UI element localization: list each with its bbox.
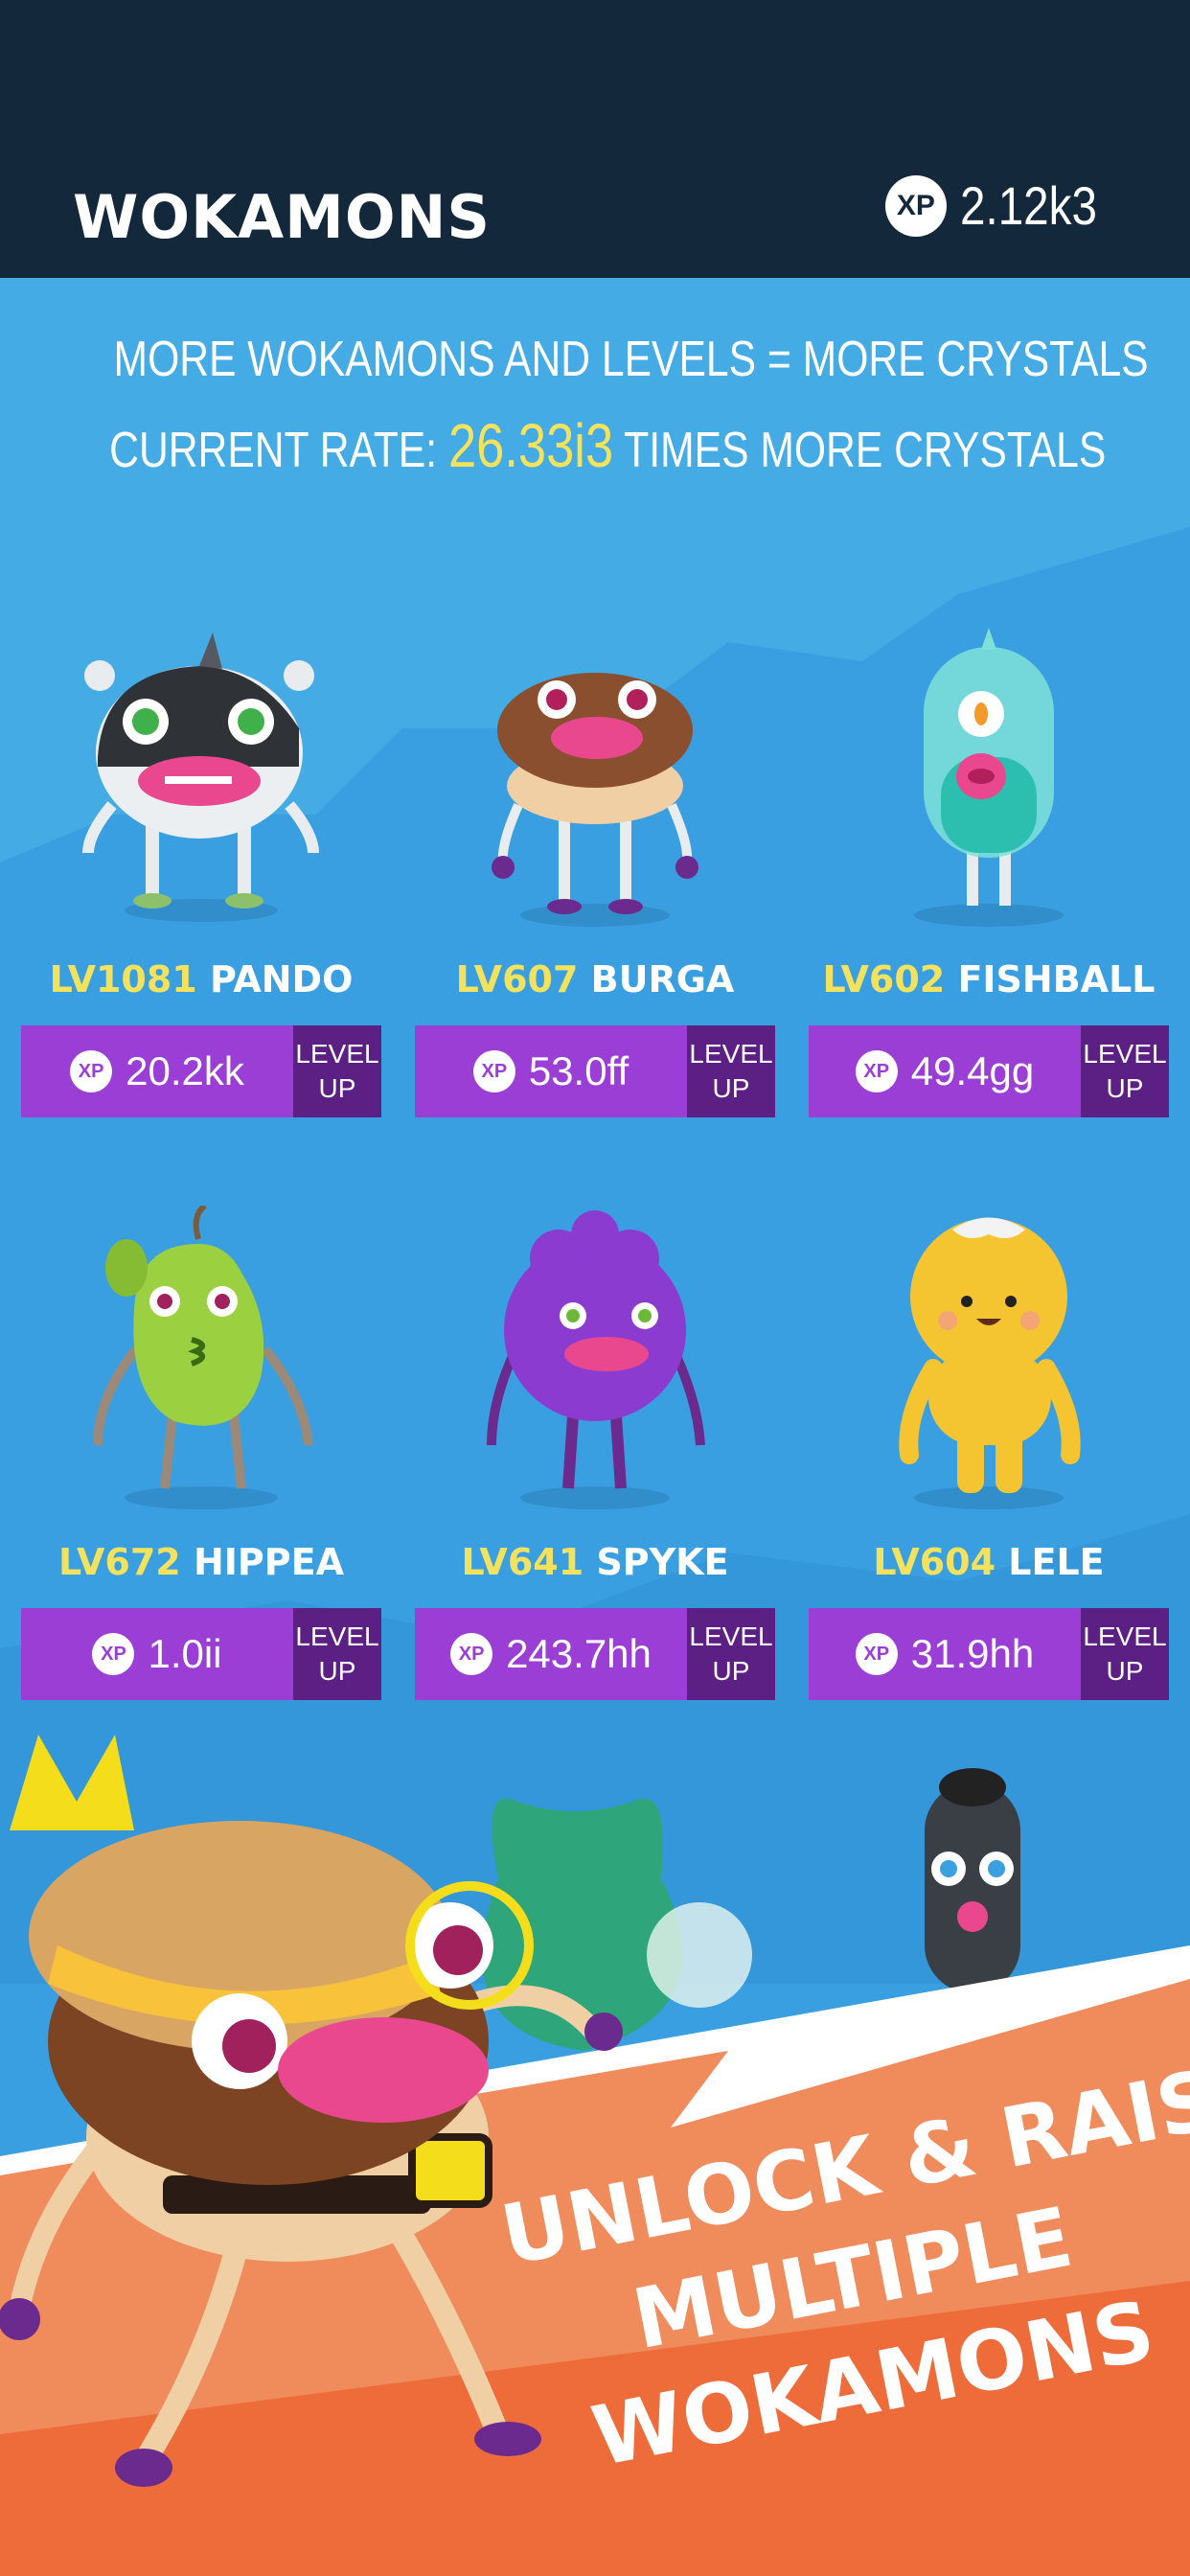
level-up-line1: LEVEL	[689, 1622, 773, 1651]
lele-character	[899, 1217, 1081, 1509]
rate-value: 26.33i3	[447, 411, 614, 480]
xp-icon: XP	[450, 1633, 493, 1675]
level-up-line1: LEVEL	[295, 1039, 379, 1069]
level-up-label: LEVEL UP	[687, 1025, 775, 1117]
name-label: SPYKE	[596, 1541, 729, 1583]
wokamon-name-label: LV602 FISHBALL	[809, 958, 1169, 1000]
cost-display: XP 243.7hh	[415, 1608, 687, 1700]
level-up-button[interactable]: XP 243.7hh LEVEL UP	[415, 1608, 775, 1700]
cost-display: XP 20.2kk	[21, 1025, 293, 1117]
level-up-line2: UP	[318, 1073, 356, 1103]
info-line-2: CURRENT RATE: 26.33i3 TIMES MORE CRYSTAL…	[0, 410, 1190, 481]
cost-value: 243.7hh	[506, 1631, 652, 1676]
level-label: LV604	[873, 1541, 996, 1583]
app-header: WOKAMONS XP 2.12k3	[0, 0, 1190, 278]
cost-value: 20.2kk	[126, 1048, 244, 1093]
level-label: LV641	[461, 1541, 584, 1583]
info-text: MORE WOKAMONS AND LEVELS = MORE CRYSTALS	[113, 332, 1149, 387]
hippea-character	[93, 1206, 313, 1509]
level-up-label: LEVEL UP	[293, 1608, 381, 1700]
xp-icon: XP	[70, 1050, 113, 1092]
level-up-button[interactable]: XP 31.9hh LEVEL UP	[809, 1608, 1169, 1700]
name-label: HIPPEA	[193, 1541, 344, 1583]
level-up-button[interactable]: XP 20.2kk LEVEL UP	[21, 1025, 381, 1117]
xp-icon: XP	[472, 1050, 515, 1092]
xp-icon: XP	[884, 174, 947, 237]
rate-prefix: CURRENT RATE:	[109, 423, 438, 478]
xp-icon: XP	[855, 1050, 898, 1092]
level-up-label: LEVEL UP	[1081, 1608, 1169, 1700]
burga-character	[492, 673, 698, 927]
fishball-character	[914, 628, 1064, 927]
level-up-line1: LEVEL	[1083, 1039, 1167, 1069]
cost-value: 49.4gg	[910, 1048, 1035, 1093]
level-up-label: LEVEL UP	[293, 1025, 381, 1117]
xp-total-value: 2.12k3	[959, 175, 1097, 236]
wokamon-name-label: LV607 BURGA	[415, 958, 775, 1000]
pando-character	[82, 632, 319, 922]
cost-display: XP 49.4gg	[809, 1025, 1081, 1117]
level-up-button[interactable]: XP 49.4gg LEVEL UP	[809, 1025, 1169, 1117]
level-up-button[interactable]: XP 53.0ff LEVEL UP	[415, 1025, 775, 1117]
name-label: LELE	[1008, 1541, 1105, 1583]
xp-icon: XP	[92, 1633, 135, 1675]
level-up-label: LEVEL UP	[687, 1608, 775, 1700]
cost-value: 53.0ff	[528, 1048, 629, 1093]
level-up-line2: UP	[712, 1073, 750, 1103]
wokamon-name-label: LV641 SPYKE	[415, 1541, 775, 1583]
cost-display: XP 31.9hh	[809, 1608, 1081, 1700]
level-up-line1: LEVEL	[689, 1039, 773, 1069]
level-up-line1: LEVEL	[1083, 1622, 1167, 1651]
level-label: LV602	[822, 958, 946, 1000]
wokamon-name-label: LV604 LELE	[809, 1541, 1169, 1583]
name-label: PANDO	[209, 958, 354, 1000]
cost-display: XP 1.0ii	[21, 1608, 293, 1700]
level-up-line1: LEVEL	[295, 1622, 379, 1651]
level-label: LV607	[455, 958, 579, 1000]
xp-total: XP 2.12k3	[884, 174, 1121, 237]
cost-value: 31.9hh	[910, 1631, 1035, 1676]
level-up-line2: UP	[1106, 1656, 1144, 1686]
info-line-1: MORE WOKAMONS AND LEVELS = MORE CRYSTALS	[0, 331, 1190, 388]
cost-display: XP 53.0ff	[415, 1025, 687, 1117]
page-title: WOKAMONS	[73, 182, 492, 252]
name-label: BURGA	[590, 958, 735, 1000]
level-up-line2: UP	[1106, 1073, 1144, 1103]
level-label: LV1081	[49, 958, 197, 1000]
level-up-label: LEVEL UP	[1081, 1025, 1169, 1117]
wokamon-name-label: LV1081 PANDO	[21, 958, 381, 1000]
level-up-line2: UP	[712, 1656, 750, 1686]
level-label: LV672	[58, 1541, 181, 1583]
level-up-line2: UP	[318, 1656, 356, 1686]
spyke-character	[487, 1210, 705, 1509]
cost-value: 1.0ii	[148, 1631, 222, 1676]
name-label: FISHBALL	[957, 958, 1156, 1000]
xp-icon: XP	[855, 1633, 898, 1675]
wokamon-name-label: LV672 HIPPEA	[21, 1541, 381, 1583]
level-up-button[interactable]: XP 1.0ii LEVEL UP	[21, 1608, 381, 1700]
rate-suffix: TIMES MORE CRYSTALS	[624, 423, 1107, 478]
